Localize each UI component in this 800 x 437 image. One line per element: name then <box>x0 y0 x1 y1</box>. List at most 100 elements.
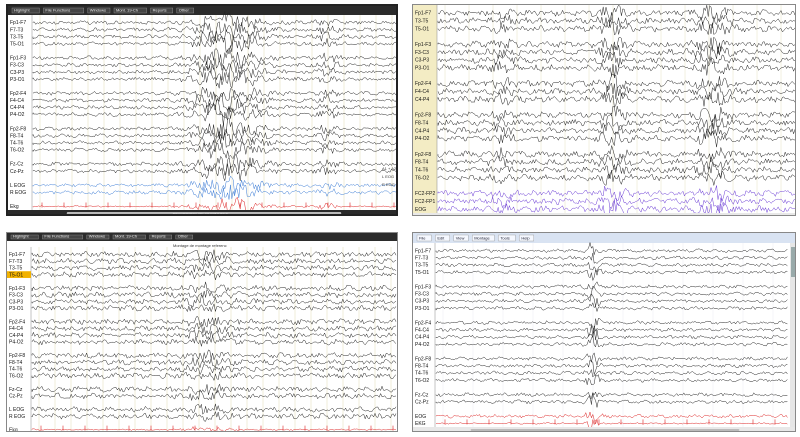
channel-label[interactable]: F3-C3 <box>415 50 429 56</box>
channel-label[interactable]: T5-O1 <box>415 26 429 32</box>
eeg-panel-bottom-left[interactable]: Highlight File Functions Windows Mont. 19-C… <box>6 232 398 432</box>
channel-label[interactable]: F4-C4 <box>9 326 23 332</box>
channel-label[interactable]: Ekg <box>9 427 18 432</box>
channel-label[interactable]: F8-T4 <box>415 120 429 126</box>
eeg-trace-view[interactable]: File Edit View Montage Tools HelpFp1-F7F7-T3T… <box>413 233 796 432</box>
channel-label[interactable]: P3-O1 <box>9 306 24 312</box>
toolbar-item-tools[interactable]: Tools <box>498 234 516 242</box>
channel-label[interactable]: Fp1-F3 <box>10 56 26 62</box>
channel-label[interactable]: P4-O2 <box>415 342 430 348</box>
channel-label[interactable]: C4-P4 <box>9 333 23 339</box>
eeg-panel-top-right[interactable]: Zoom: 8Fp1-F7T3-T5T5-O1Fp1-F3F3-C3C3-P3P… <box>412 4 796 216</box>
channel-label[interactable]: T4-T6 <box>415 371 429 377</box>
channel-label[interactable]: P3-O1 <box>10 77 25 83</box>
channel-label[interactable]: Fp1-F3 <box>9 286 25 292</box>
channel-label[interactable]: T6-O2 <box>415 378 429 384</box>
channel-label[interactable]: L EOG <box>9 407 24 413</box>
channel-label[interactable]: T3-T5 <box>415 263 429 269</box>
channel-label[interactable]: T3-T5 <box>10 34 24 40</box>
channel-label[interactable]: FC2-FP1 <box>415 199 436 205</box>
channel-label[interactable]: Fp1-F3 <box>415 284 431 290</box>
channel-label[interactable]: EOG <box>415 207 426 213</box>
toolbar-item-edit[interactable]: Edit <box>435 234 450 242</box>
eeg-trace-view[interactable]: Zoom: 8Fp1-F7T3-T5T5-O1Fp1-F3F3-C3C3-P3P… <box>413 5 796 216</box>
channel-label[interactable]: C3-P3 <box>10 70 24 76</box>
channel-label[interactable]: F8-T4 <box>9 360 23 366</box>
toolbar-item-highlight[interactable]: Highlight <box>11 8 40 14</box>
channel-label[interactable]: F7-T3 <box>10 27 24 33</box>
toolbar-item-help[interactable]: Help <box>519 234 535 242</box>
scroll-thumb[interactable] <box>791 247 796 277</box>
channel-label[interactable]: T3-T5 <box>9 266 23 272</box>
channel-label[interactable]: T4-T6 <box>10 140 24 146</box>
toolbar-item-montage[interactable]: Montage <box>472 234 495 242</box>
toolbar-item-mont-19-ch[interactable]: Mont. 19-Ch <box>113 8 147 14</box>
channel-label[interactable]: F3-C3 <box>9 293 23 299</box>
channel-label[interactable]: Fp1-F7 <box>415 11 431 17</box>
channel-label[interactable]: Fz-Cz <box>415 392 429 398</box>
channel-label[interactable]: Fp1-F7 <box>9 252 25 258</box>
channel-label[interactable]: T6-O2 <box>10 148 24 154</box>
channel-label[interactable]: EOG <box>415 414 426 420</box>
channel-label[interactable]: T4-T6 <box>415 168 429 174</box>
channel-label[interactable]: T5-O1 <box>415 270 429 276</box>
channel-label[interactable]: Fp2-F4 <box>10 91 26 97</box>
channel-label[interactable]: T5-O1 <box>9 272 23 278</box>
channel-label[interactable]: L EOG <box>10 183 25 189</box>
channel-label[interactable]: Fp1-F7 <box>10 20 26 26</box>
channel-label[interactable]: Cz-Pz <box>415 400 429 406</box>
channel-label[interactable]: Fp1-F3 <box>415 42 431 48</box>
channel-label[interactable]: C3-P3 <box>415 299 429 305</box>
eeg-panel-bottom-right[interactable]: File Edit View Montage Tools Help Fp1-F7 F7-T3 T… <box>412 232 796 432</box>
channel-label[interactable]: FC2-FP2 <box>415 191 436 197</box>
eeg-trace-view[interactable]: Highlight File Functions Windows Mont. 19-C… <box>8 6 398 216</box>
channel-label[interactable]: P3-O1 <box>415 306 430 312</box>
channel-label[interactable]: P4-O2 <box>415 136 430 142</box>
channel-label[interactable]: F3-C3 <box>10 63 24 69</box>
channel-label[interactable]: Fp2-F8 <box>415 113 431 119</box>
channel-label[interactable]: Fp2-F8 <box>9 353 25 359</box>
channel-label[interactable]: C4-P4 <box>415 335 429 341</box>
channel-label[interactable]: Fz-Cz <box>10 162 24 168</box>
channel-label[interactable]: Fp1-F7 <box>415 248 431 254</box>
channel-label[interactable]: Fp2-F8 <box>415 356 431 362</box>
channel-label[interactable]: F8-T4 <box>10 133 24 139</box>
channel-label[interactable]: Fp2-F4 <box>9 319 25 325</box>
channel-label[interactable]: F4-C4 <box>10 98 24 104</box>
channel-label[interactable]: Fz-Cz <box>9 387 23 393</box>
channel-label[interactable]: P4-O2 <box>10 112 25 118</box>
channel-label[interactable]: F8-T4 <box>415 160 429 166</box>
toolbar-item-view[interactable]: View <box>453 234 469 242</box>
channel-label[interactable]: F7-T3 <box>415 256 429 262</box>
channel-label[interactable]: T4-T6 <box>9 367 23 373</box>
toolbar-item-windows[interactable]: Windows <box>87 8 111 14</box>
channel-label[interactable]: C4-P4 <box>415 97 429 103</box>
channel-label[interactable]: Cz-Pz <box>9 394 23 400</box>
channel-label[interactable]: Fp2-F4 <box>415 81 431 87</box>
channel-label[interactable]: F4-C4 <box>415 328 429 334</box>
channel-label[interactable]: C3-P3 <box>415 58 429 64</box>
channel-label[interactable]: F4-C4 <box>415 89 429 95</box>
toolbar-item-reports[interactable]: Reports <box>150 8 174 14</box>
channel-label[interactable]: Fp2-F4 <box>415 320 431 326</box>
toolbar-item-other[interactable]: Other <box>176 8 195 14</box>
channel-label[interactable]: F8-T4 <box>415 364 429 370</box>
channel-label[interactable]: C3-P3 <box>9 299 23 305</box>
channel-label[interactable]: Fp2-F8 <box>415 152 431 158</box>
channel-label[interactable]: Ekg <box>10 204 19 210</box>
channel-label[interactable]: T5-O1 <box>10 41 24 47</box>
eeg-trace-view[interactable]: Highlight File Functions Windows Mont. 19-C… <box>7 233 398 432</box>
channel-label[interactable]: P4-O2 <box>9 340 24 346</box>
channel-label[interactable]: Fp2-F8 <box>10 126 26 132</box>
channel-label[interactable]: R EOG <box>10 190 26 196</box>
channel-label[interactable]: C4-P4 <box>10 105 24 111</box>
channel-label[interactable]: C4-P4 <box>415 128 429 134</box>
channel-label[interactable]: T6-O2 <box>9 373 23 379</box>
channel-label[interactable]: Cz-Pz <box>10 169 24 175</box>
toolbar-item-file[interactable]: File <box>416 234 432 242</box>
channel-label[interactable]: F7-T3 <box>9 259 23 265</box>
toolbar-item-file-functions[interactable]: File Functions <box>43 8 85 14</box>
channel-label[interactable]: R EOG <box>9 414 25 420</box>
eeg-panel-top-left[interactable]: Highlight File Functions Windows Mont. 19-C… <box>6 4 398 216</box>
channel-label[interactable]: F3-C3 <box>415 292 429 298</box>
